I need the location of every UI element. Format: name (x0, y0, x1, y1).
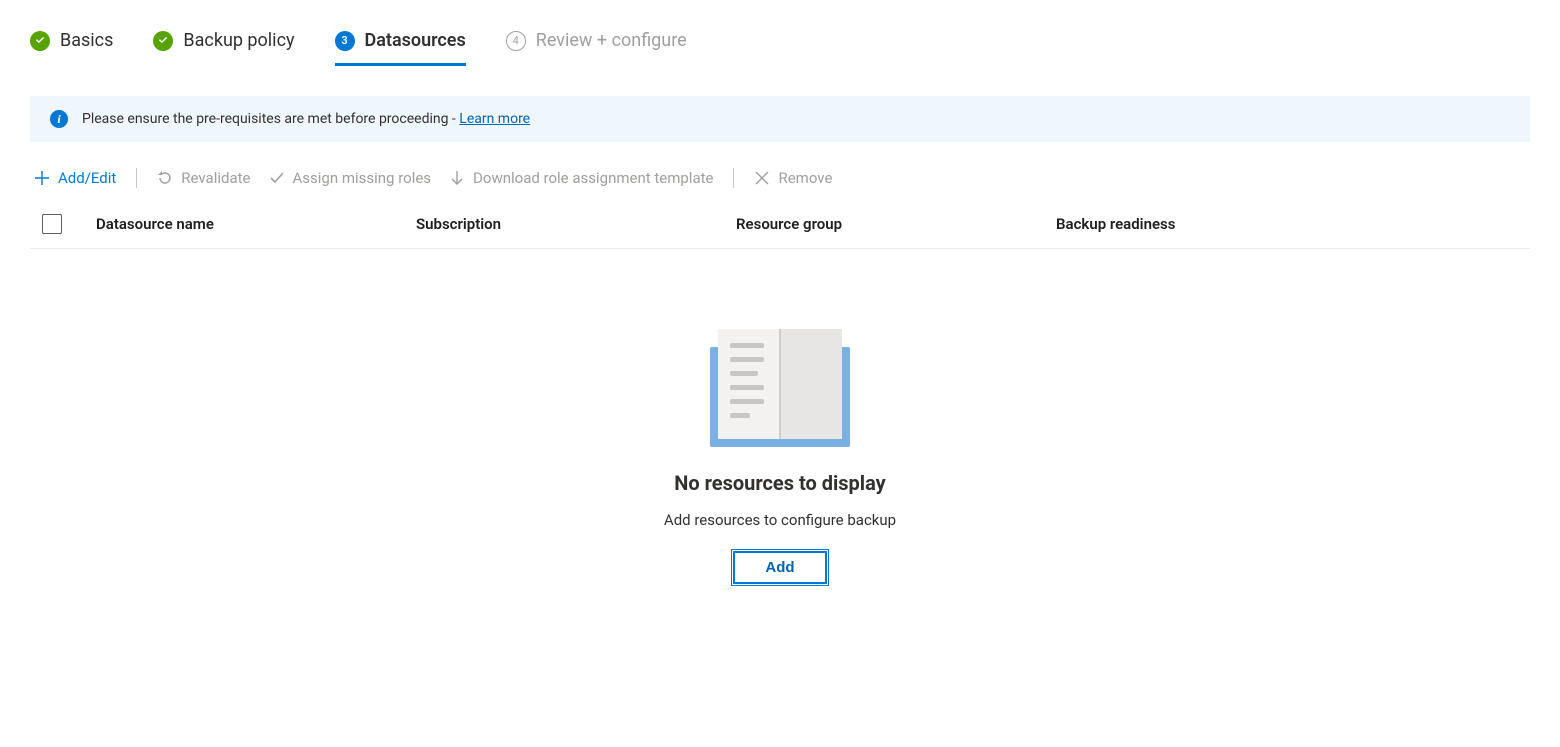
cmd-label: Download role assignment template (473, 169, 713, 187)
step-label: Datasources (365, 30, 466, 51)
step-label: Basics (60, 30, 113, 51)
separator (733, 168, 734, 188)
step-datasources[interactable]: 3 Datasources (335, 30, 466, 66)
cmd-label: Revalidate (181, 169, 250, 187)
remove-button[interactable]: Remove (754, 169, 832, 187)
separator (136, 168, 137, 188)
checkmark-icon (30, 31, 50, 51)
refresh-icon (157, 170, 173, 186)
column-backup-readiness[interactable]: Backup readiness (1056, 215, 1524, 233)
download-template-button[interactable]: Download role assignment template (449, 169, 713, 187)
revalidate-button[interactable]: Revalidate (157, 169, 250, 187)
empty-state-title: No resources to display (674, 471, 885, 495)
select-all-checkbox[interactable] (42, 214, 62, 234)
info-banner: i Please ensure the pre-requisites are m… (30, 96, 1530, 142)
column-datasource-name[interactable]: Datasource name (96, 215, 416, 233)
empty-state-subtitle: Add resources to configure backup (664, 511, 896, 529)
cmd-label: Assign missing roles (293, 169, 432, 187)
step-backup-policy[interactable]: Backup policy (153, 30, 294, 66)
learn-more-link[interactable]: Learn more (459, 111, 530, 127)
command-bar: Add/Edit Revalidate Assign missing roles… (30, 168, 1530, 188)
download-icon (449, 170, 465, 186)
add-edit-button[interactable]: Add/Edit (34, 169, 116, 187)
column-subscription[interactable]: Subscription (416, 215, 736, 233)
step-number-icon: 4 (506, 31, 526, 51)
step-review-configure[interactable]: 4 Review + configure (506, 30, 687, 66)
assign-missing-roles-button[interactable]: Assign missing roles (269, 169, 432, 187)
column-resource-group[interactable]: Resource group (736, 215, 1056, 233)
wizard-stepper: Basics Backup policy 3 Datasources 4 Rev… (30, 30, 1530, 86)
info-banner-text: Please ensure the pre-requisites are met… (82, 111, 530, 127)
cmd-label: Add/Edit (58, 169, 116, 187)
add-button[interactable]: Add (733, 551, 826, 584)
book-icon (710, 319, 850, 449)
select-all-cell (36, 214, 96, 234)
checkmark-icon (269, 170, 285, 186)
step-label: Review + configure (536, 30, 687, 51)
cmd-label: Remove (778, 169, 832, 187)
info-icon: i (50, 110, 68, 128)
step-label: Backup policy (183, 30, 294, 51)
empty-state: No resources to display Add resources to… (30, 319, 1530, 584)
info-banner-message: Please ensure the pre-requisites are met… (82, 111, 459, 127)
step-number-icon: 3 (335, 31, 355, 51)
checkmark-icon (153, 31, 173, 51)
step-basics[interactable]: Basics (30, 30, 113, 66)
plus-icon (34, 170, 50, 186)
table-header: Datasource name Subscription Resource gr… (30, 196, 1530, 249)
close-icon (754, 170, 770, 186)
